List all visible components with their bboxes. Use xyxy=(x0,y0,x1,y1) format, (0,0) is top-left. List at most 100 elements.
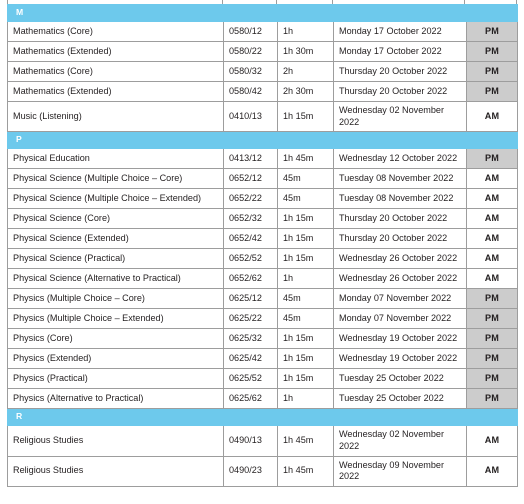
exam-code: 0625/22 xyxy=(223,308,278,330)
exam-session: PM xyxy=(465,308,519,330)
exam-duration: 1h 15m xyxy=(277,248,334,270)
table-row: Mathematics (Extended) 0580/42 2h 30m Thurs… xyxy=(7,81,519,102)
exam-subject: Physical Science (Practical) xyxy=(7,248,224,270)
table-row: Physical Education 0413/12 1h 45m Wednesday… xyxy=(7,148,519,170)
clipped-row-sliver xyxy=(7,0,517,4)
exam-date: Monday 07 November 2022 xyxy=(333,288,467,310)
exam-subject: Mathematics (Core) xyxy=(7,21,224,42)
exam-subject: Mathematics (Extended) xyxy=(7,41,224,62)
exam-session: PM xyxy=(465,348,519,370)
exam-subject: Physics (Multiple Choice – Core) xyxy=(7,288,224,310)
exam-code: 0625/32 xyxy=(223,328,278,350)
exam-code: 0652/22 xyxy=(223,188,278,210)
exam-subject: Physical Science (Extended) xyxy=(7,228,224,250)
exam-code: 0490/23 xyxy=(223,455,278,487)
section-header-row: P xyxy=(6,131,519,150)
exam-code: 0625/62 xyxy=(223,388,278,410)
exam-code: 0490/13 xyxy=(223,425,278,457)
exam-date: Thursday 20 October 2022 xyxy=(333,61,467,82)
exam-duration: 1h xyxy=(277,388,334,410)
table-row: Physics (Alternative to Practical) 0625/6… xyxy=(7,388,519,410)
table-row: Religious Studies 0490/23 1h 45m Wednesday … xyxy=(7,455,519,487)
exam-duration: 1h 45m xyxy=(277,455,334,487)
exam-date: Wednesday 02 November 2022 xyxy=(333,100,467,133)
exam-session: PM xyxy=(465,148,519,170)
exam-date: Wednesday 19 October 2022 xyxy=(333,348,467,370)
exam-date: Thursday 20 October 2022 xyxy=(333,208,467,230)
exam-subject: Physics (Practical) xyxy=(7,368,224,390)
exam-duration: 1h 15m xyxy=(277,328,334,350)
exam-duration: 1h 15m xyxy=(277,208,334,230)
table-row: Physics (Multiple Choice – Extended) 0625… xyxy=(7,308,519,330)
exam-duration: 45m xyxy=(277,308,334,330)
exam-subject: Physical Science (Multiple Choice – Core… xyxy=(7,168,224,190)
exam-subject: Physics (Alternative to Practical) xyxy=(7,388,224,410)
table-row: Mathematics (Core) 0580/12 1h Monday 17 Oct… xyxy=(7,21,519,42)
exam-code: 0625/52 xyxy=(223,368,278,390)
exam-date: Monday 17 October 2022 xyxy=(333,21,467,42)
exam-session: PM xyxy=(465,61,519,82)
table-row: Physics (Multiple Choice – Core) 0625/12 4… xyxy=(7,288,519,310)
exam-subject: Physical Science (Multiple Choice – Exte… xyxy=(7,188,224,210)
exam-code: 0652/32 xyxy=(223,208,278,230)
exam-date: Monday 07 November 2022 xyxy=(333,308,467,330)
exam-subject: Mathematics (Extended) xyxy=(7,81,224,102)
exam-code: 0580/42 xyxy=(223,81,278,102)
table-row: Physical Science (Extended) 0652/42 1h 15m… xyxy=(7,228,519,250)
exam-subject: Physical Science (Alternative to Practic… xyxy=(7,268,224,290)
exam-duration: 45m xyxy=(277,288,334,310)
clipped-cell-subject xyxy=(8,0,224,4)
section-header-row: M xyxy=(6,4,519,22)
exam-session: AM xyxy=(465,168,519,190)
exam-duration: 1h 30m xyxy=(277,41,334,62)
table-row: Physical Science (Practical) 0652/52 1h 15… xyxy=(7,248,519,270)
exam-session: AM xyxy=(465,268,519,290)
section-letter: R xyxy=(6,408,519,427)
exam-session: PM xyxy=(465,21,519,42)
exam-subject: Religious Studies xyxy=(7,425,224,457)
table-row: Physics (Core) 0625/32 1h 15m Wednesday 19 … xyxy=(7,328,519,350)
exam-date: Wednesday 19 October 2022 xyxy=(333,328,467,350)
exam-code: 0580/32 xyxy=(223,61,278,82)
exam-duration: 2h 30m xyxy=(277,81,334,102)
section-letter: P xyxy=(6,131,519,150)
exam-subject: Physics (Multiple Choice – Extended) xyxy=(7,308,224,330)
exam-date: Thursday 20 October 2022 xyxy=(333,81,467,102)
exam-session: AM xyxy=(465,248,519,270)
table-row: Physics (Extended) 0625/42 1h 15m Wednesday… xyxy=(7,348,519,370)
exam-code: 0652/42 xyxy=(223,228,278,250)
table-row: Physical Science (Alternative to Practic… xyxy=(7,268,519,290)
exam-session: PM xyxy=(465,368,519,390)
exam-session: AM xyxy=(465,100,519,133)
exam-duration: 1h 45m xyxy=(277,148,334,170)
section-letter: M xyxy=(6,4,519,22)
exam-date: Wednesday 12 October 2022 xyxy=(333,148,467,170)
exam-code: 0580/22 xyxy=(223,41,278,62)
exam-duration: 2h xyxy=(277,61,334,82)
exam-duration: 45m xyxy=(277,188,334,210)
exam-duration: 1h xyxy=(277,268,334,290)
table-row: Mathematics (Core) 0580/32 2h Thursday 20 O… xyxy=(7,61,519,82)
exam-session: AM xyxy=(465,188,519,210)
exam-session: PM xyxy=(465,81,519,102)
exam-timetable-table: M Mathematics (Core) 0580/12 1h Monday 17 Oc… xyxy=(6,4,519,487)
exam-session: PM xyxy=(465,288,519,310)
exam-code: 0410/13 xyxy=(223,100,278,133)
exam-subject: Physics (Extended) xyxy=(7,348,224,370)
exam-date: Wednesday 26 October 2022 xyxy=(333,268,467,290)
table-row: Mathematics (Extended) 0580/22 1h 30m Monda… xyxy=(7,41,519,62)
exam-duration: 1h 15m xyxy=(277,100,334,133)
exam-date: Wednesday 26 October 2022 xyxy=(333,248,467,270)
exam-code: 0413/12 xyxy=(223,148,278,170)
exam-date: Tuesday 25 October 2022 xyxy=(333,388,467,410)
clipped-cell-session xyxy=(465,0,516,4)
exam-duration: 1h 45m xyxy=(277,425,334,457)
exam-duration: 1h 15m xyxy=(277,228,334,250)
exam-subject: Physical Education xyxy=(7,148,224,170)
exam-date: Thursday 20 October 2022 xyxy=(333,228,467,250)
exam-date: Monday 17 October 2022 xyxy=(333,41,467,62)
exam-code: 0652/62 xyxy=(223,268,278,290)
exam-session: AM xyxy=(465,208,519,230)
exam-session: PM xyxy=(465,388,519,410)
exam-subject: Physical Science (Core) xyxy=(7,208,224,230)
